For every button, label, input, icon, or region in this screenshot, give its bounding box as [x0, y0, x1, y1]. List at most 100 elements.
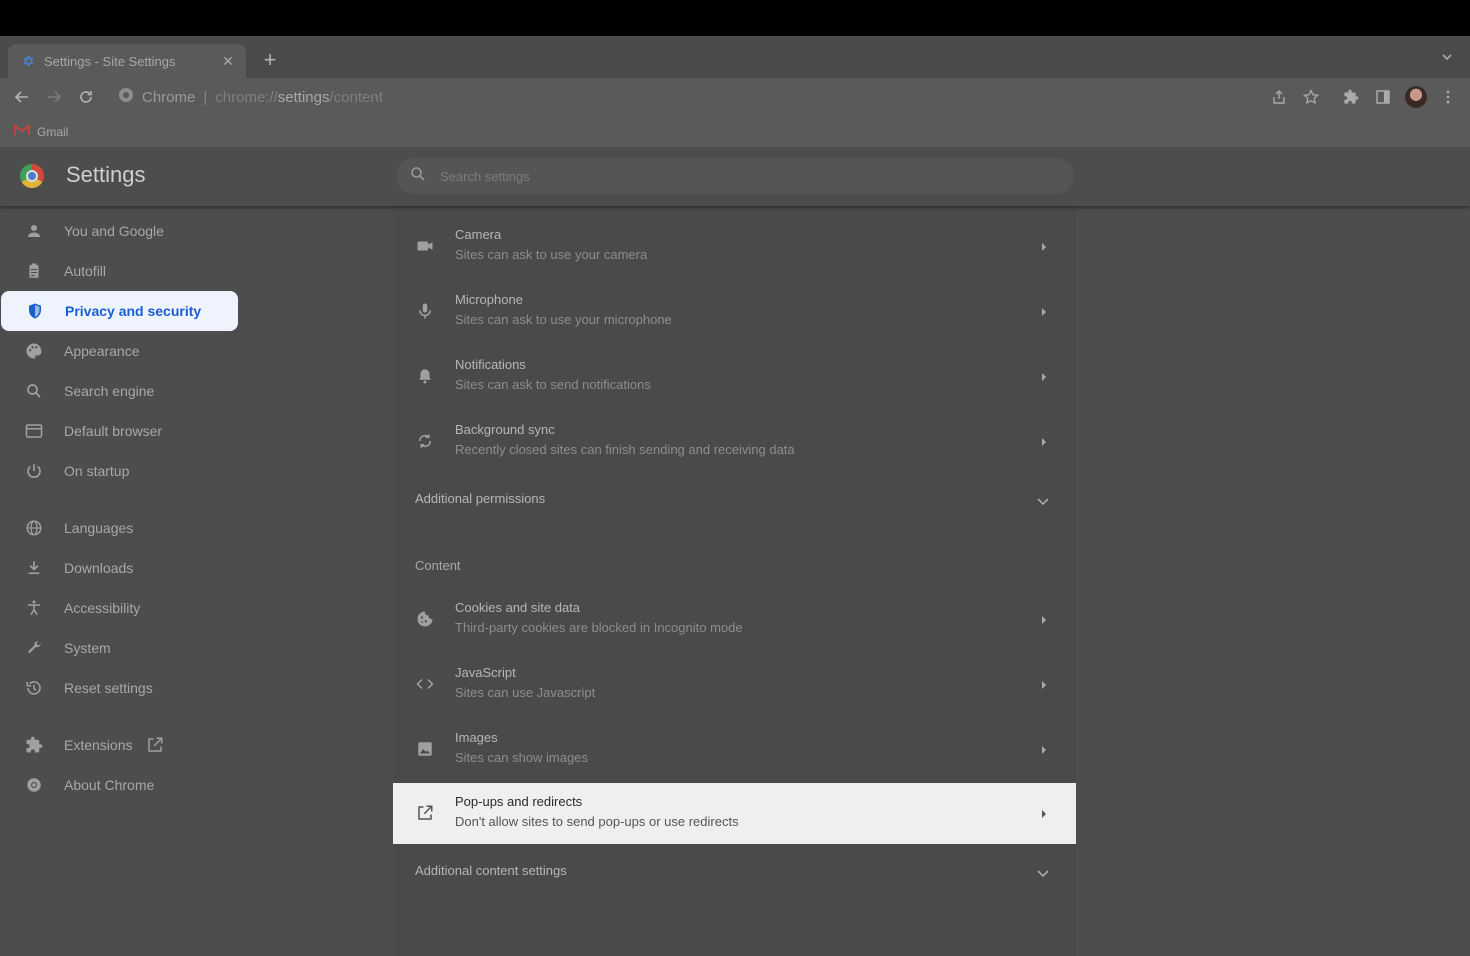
puzzle-icon[interactable]	[1340, 86, 1362, 108]
open-external-icon	[415, 803, 435, 823]
forward-icon[interactable]	[43, 86, 65, 108]
sidebar-item-you-and-google[interactable]: You and Google	[0, 211, 237, 251]
chrome-icon	[24, 775, 44, 795]
back-icon[interactable]	[11, 86, 33, 108]
search-input[interactable]	[440, 168, 1020, 184]
camera-icon	[415, 236, 435, 256]
sidebar-item-extensions[interactable]: Extensions	[0, 725, 237, 765]
row-title: Images	[455, 730, 498, 745]
open-external-icon	[146, 736, 164, 754]
content-row-javascript[interactable]: JavaScript Sites can use Javascript	[393, 654, 1076, 715]
row-title: JavaScript	[455, 665, 516, 680]
content-row-images[interactable]: Images Sites can show images	[393, 719, 1076, 780]
arrow-right-icon	[1040, 743, 1050, 755]
new-tab-button[interactable]: +	[258, 48, 282, 72]
tab-strip: Settings - Site Settings ✕ +	[0, 36, 1470, 78]
search-icon	[24, 381, 44, 401]
arrow-right-icon	[1040, 435, 1050, 447]
row-subtitle: Third-party cookies are blocked in Incog…	[455, 620, 743, 635]
content-row-popups-and-redirects[interactable]: Pop-ups and redirects Don't allow sites …	[393, 783, 1076, 844]
wrench-icon	[24, 638, 44, 658]
row-subtitle: Sites can show images	[455, 750, 588, 765]
permission-row-microphone[interactable]: Microphone Sites can ask to use your mic…	[393, 281, 1076, 342]
close-icon[interactable]: ✕	[220, 53, 236, 69]
row-title: Pop-ups and redirects	[455, 794, 583, 809]
browser-window-icon	[24, 421, 44, 441]
sidebar-item-label: You and Google	[64, 223, 164, 239]
search-icon	[410, 166, 426, 187]
side-panel-icon[interactable]	[1372, 86, 1394, 108]
more-menu-icon[interactable]	[1437, 86, 1459, 108]
arrow-right-icon	[1040, 613, 1050, 625]
gear-icon	[20, 53, 36, 69]
url-scheme: chrome://	[215, 88, 278, 106]
avatar[interactable]	[1405, 86, 1427, 108]
sidebar-item-system[interactable]: System	[0, 628, 237, 668]
address-bar[interactable]: Chrome | chrome://settings/content	[108, 82, 1258, 112]
sidebar-item-appearance[interactable]: Appearance	[0, 331, 237, 371]
permission-row-camera[interactable]: Camera Sites can ask to use your camera	[393, 216, 1076, 277]
row-subtitle: Sites can use Javascript	[455, 685, 596, 700]
code-icon	[415, 674, 435, 694]
additional-content-settings-expander[interactable]: Additional content settings	[393, 851, 1076, 891]
sidebar-item-on-startup[interactable]: On startup	[0, 451, 237, 491]
share-icon[interactable]	[1268, 86, 1290, 108]
chrome-site-icon	[118, 87, 134, 108]
expander-label: Additional permissions	[415, 491, 546, 506]
page-title: Settings	[66, 162, 146, 187]
sidebar-item-label: Search engine	[64, 383, 155, 399]
sidebar-item-label: Downloads	[64, 560, 134, 576]
sidebar-item-languages[interactable]: Languages	[0, 508, 237, 548]
bell-icon	[415, 366, 435, 386]
sidebar-item-default-browser[interactable]: Default browser	[0, 411, 237, 451]
row-title: Camera	[455, 227, 502, 242]
sidebar-item-search-engine[interactable]: Search engine	[0, 371, 237, 411]
sidebar-item-downloads[interactable]: Downloads	[0, 548, 237, 588]
site-settings-content: Camera Sites can ask to use your camera …	[393, 206, 1076, 956]
search-box[interactable]	[396, 158, 1074, 194]
screen: Settings - Site Settings ✕ + Chrome | ch…	[0, 0, 1470, 956]
row-subtitle: Don't allow sites to send pop-ups or use…	[455, 814, 739, 829]
row-title: Microphone	[455, 292, 523, 307]
sidebar-item-reset-settings[interactable]: Reset settings	[0, 668, 237, 708]
sidebar-item-label: About Chrome	[64, 777, 155, 793]
page-body: You and Google Autofill Privacy and secu…	[0, 206, 1470, 956]
row-subtitle: Sites can ask to use your microphone	[455, 312, 672, 327]
sidebar-item-label: On startup	[64, 463, 130, 479]
sidebar-item-autofill[interactable]: Autofill	[0, 251, 237, 291]
chevron-down-icon	[1037, 865, 1051, 878]
sidebar-item-label: Languages	[64, 520, 134, 536]
person-icon	[24, 221, 44, 241]
tab-settings[interactable]: Settings - Site Settings ✕	[8, 44, 246, 78]
row-subtitle: Sites can ask to use your camera	[455, 247, 648, 262]
sidebar-item-label: Appearance	[64, 343, 140, 359]
permission-row-background-sync[interactable]: Background sync Recently closed sites ca…	[393, 411, 1076, 472]
section-heading-content: Content	[415, 558, 461, 573]
globe-icon	[24, 518, 44, 538]
bookmark-gmail[interactable]: Gmail	[14, 123, 68, 141]
star-icon[interactable]	[1300, 86, 1322, 108]
sidebar-item-label: Extensions	[64, 737, 133, 753]
url-path: /content	[329, 88, 383, 106]
sync-icon	[415, 431, 435, 451]
chrome-logo-icon	[20, 164, 44, 188]
sidebar-item-about-chrome[interactable]: About Chrome	[0, 765, 237, 805]
additional-permissions-expander[interactable]: Additional permissions	[393, 479, 1076, 519]
download-icon	[24, 558, 44, 578]
sidebar-item-label: System	[64, 640, 111, 656]
image-icon	[415, 739, 435, 759]
sidebar-item-label: Privacy and security	[65, 303, 202, 319]
microphone-icon	[415, 301, 435, 321]
chevron-down-icon[interactable]	[1440, 50, 1456, 66]
puzzle-icon	[24, 735, 44, 755]
content-row-cookies[interactable]: Cookies and site data Third-party cookie…	[393, 589, 1076, 650]
row-subtitle: Recently closed sites can finish sending…	[455, 442, 795, 457]
permission-row-notifications[interactable]: Notifications Sites can ask to send noti…	[393, 346, 1076, 407]
sidebar-item-accessibility[interactable]: Accessibility	[0, 588, 237, 628]
reload-icon[interactable]	[75, 86, 97, 108]
clipboard-icon	[24, 261, 44, 281]
sidebar-item-privacy-and-security[interactable]: Privacy and security	[1, 291, 238, 331]
power-icon	[24, 461, 44, 481]
sidebar-item-label: Accessibility	[64, 600, 141, 616]
shield-icon	[25, 301, 45, 321]
